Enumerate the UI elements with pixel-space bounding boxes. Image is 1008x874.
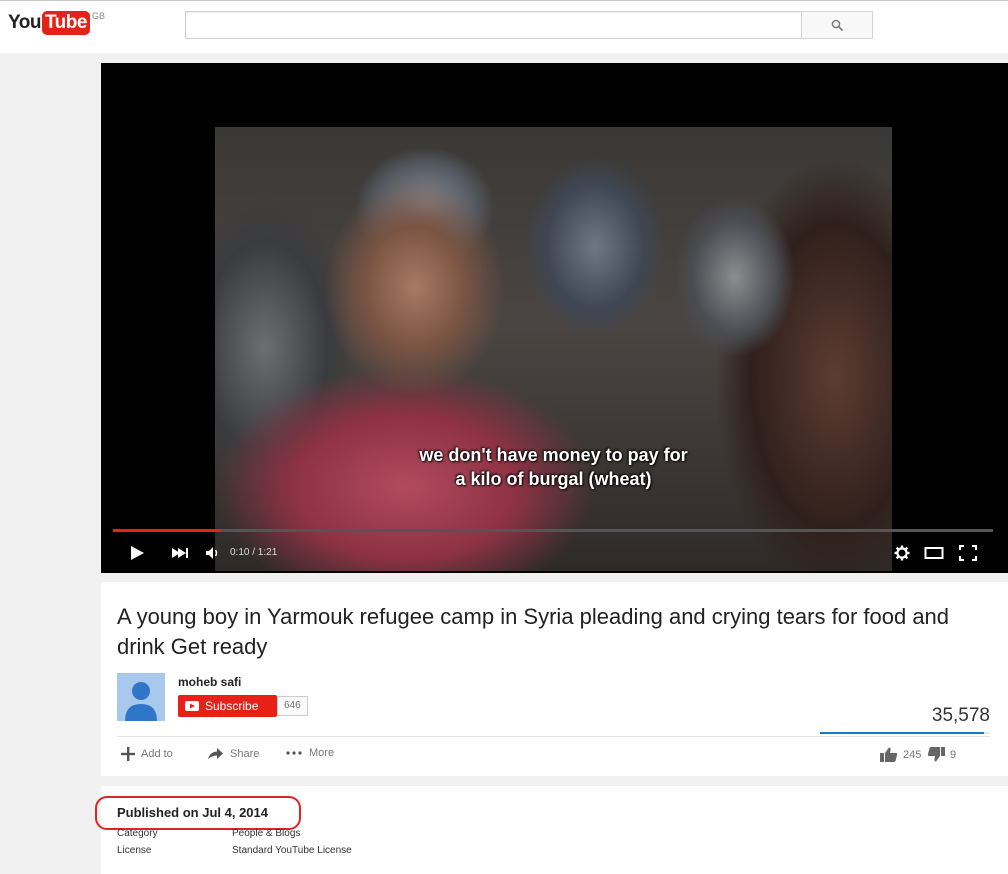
like-button[interactable]: 245 [880, 747, 921, 762]
next-icon [172, 548, 188, 558]
youtube-play-icon [185, 701, 199, 711]
description-card: Published on Jul 4, 2014 Category People… [95, 786, 1008, 874]
volume-icon [206, 547, 218, 559]
subscribe-label: Subscribe [205, 699, 259, 713]
channel-avatar[interactable] [117, 673, 165, 721]
publish-date: Published on Jul 4, 2014 [117, 805, 268, 820]
masthead: You Tube GB [0, 0, 1008, 53]
more-dots-icon [286, 751, 302, 755]
subtitle-line-2: a kilo of burgal (wheat) [455, 469, 652, 489]
subscriber-count: 646 [277, 696, 308, 716]
category-value[interactable]: People & Blogs [232, 828, 300, 839]
logo-region-code: GB [91, 11, 105, 21]
category-label: Category [117, 828, 158, 839]
share-icon [208, 748, 223, 759]
dislike-button[interactable]: 9 [927, 747, 956, 762]
share-button[interactable]: Share [207, 747, 259, 760]
license-label: License [117, 845, 152, 856]
more-button[interactable]: More [285, 747, 334, 759]
default-avatar-icon [117, 673, 165, 721]
mute-button[interactable] [205, 543, 223, 563]
settings-icon [894, 545, 910, 561]
logo-you-text: You [8, 12, 41, 33]
more-label: More [309, 747, 335, 759]
progress-bar-played [113, 529, 222, 532]
subscribe-button[interactable]: Subscribe [178, 695, 277, 717]
add-to-label: Add to [141, 748, 173, 760]
search-icon [831, 19, 843, 31]
fullscreen-icon [959, 545, 977, 561]
search-button[interactable] [801, 11, 873, 39]
video-info-card: A young boy in Yarmouk refugee camp in S… [101, 582, 1008, 776]
video-frame[interactable]: we don't have money to pay for a kilo of… [215, 127, 892, 571]
like-ratio-bar [820, 732, 990, 734]
view-count: 35,578 [931, 705, 990, 726]
play-button[interactable] [129, 543, 145, 563]
time-display: 0:10 / 1:21 [230, 547, 278, 558]
plus-icon [121, 747, 135, 761]
search-input[interactable] [185, 11, 801, 39]
next-button[interactable] [171, 543, 189, 563]
youtube-logo[interactable]: You Tube GB [8, 11, 105, 35]
video-subtitles: we don't have money to pay for a kilo of… [215, 443, 892, 491]
player-controls: 0:10 / 1:21 [101, 533, 1008, 573]
fullscreen-button[interactable] [959, 543, 977, 563]
video-player[interactable]: we don't have money to pay for a kilo of… [101, 63, 1008, 573]
thumbs-up-icon [880, 747, 898, 762]
thumbs-down-icon [927, 747, 945, 762]
like-count: 245 [903, 748, 922, 761]
add-to-button[interactable]: Add to [121, 747, 173, 761]
play-icon [131, 546, 144, 560]
video-title: A young boy in Yarmouk refugee camp in S… [117, 604, 950, 659]
like-ratio-bar-fill [820, 732, 984, 734]
channel-name-link[interactable]: moheb safi [178, 675, 241, 689]
logo-tube-text: Tube [41, 11, 90, 35]
license-value: Standard YouTube License [232, 845, 352, 856]
theater-mode-icon [924, 547, 944, 559]
divider [117, 736, 990, 737]
progress-bar[interactable] [113, 529, 993, 532]
subtitle-line-1: we don't have money to pay for [419, 445, 688, 465]
settings-button[interactable] [894, 543, 910, 563]
dislike-count: 9 [950, 748, 957, 761]
share-label: Share [230, 747, 260, 760]
theater-mode-button[interactable] [924, 543, 944, 563]
